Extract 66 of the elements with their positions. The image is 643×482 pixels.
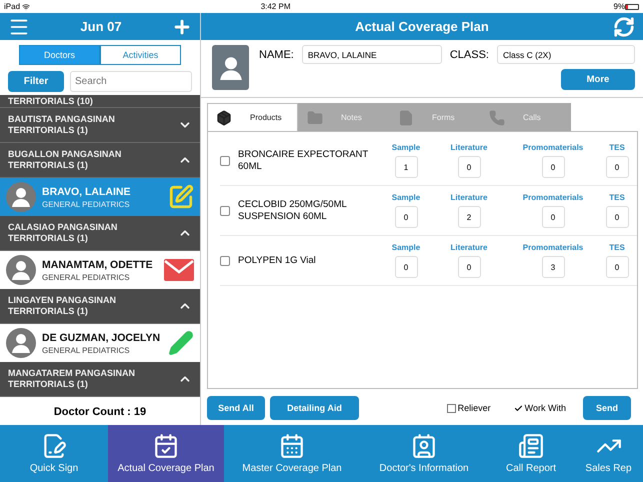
doctor-specialty: GENERAL PEDIATRICS [42, 272, 131, 282]
quantity-label: Promomaterials [522, 193, 584, 202]
quantity-field[interactable]: 0 [394, 256, 418, 278]
doctor-specialty: GENERAL PEDIATRICS [42, 200, 131, 208]
doctor-specialty: GENERAL PEDIATRICS [42, 346, 131, 354]
quantity-field[interactable]: 3 [542, 256, 564, 278]
option-checkbox[interactable]: Work With [514, 403, 566, 413]
name-field[interactable]: BRAVO, LALAINE [302, 45, 442, 64]
group-header[interactable]: BUGALLON PANGASINAN TERRITORIALS (1) [0, 143, 200, 178]
quantity-field[interactable]: 0 [458, 156, 480, 178]
nav-tab[interactable]: Master Coverage Plan [224, 425, 360, 482]
quantity-label: Literature [450, 143, 488, 152]
quantity-field[interactable]: 0 [542, 156, 564, 178]
quantity-label: Sample [392, 143, 420, 152]
quantity-label: Sample [392, 193, 420, 202]
group-header[interactable]: MANGATAREM PANGASINAN TERRITORIALS (1) [0, 362, 200, 397]
quantity-field[interactable]: 0 [606, 156, 628, 178]
quantity-field[interactable]: 0 [606, 256, 628, 278]
doctor-row[interactable]: BRAVO, LALAINE GENERAL PEDIATRICS [0, 178, 200, 216]
quantity-label: Promomaterials [522, 243, 584, 252]
quantity-label: Promomaterials [522, 143, 584, 152]
group-header[interactable]: LINGAYEN PANGASINAN TERRITORIALS (1) [0, 289, 200, 324]
send-all-button[interactable]: Send All [207, 396, 265, 420]
quantity-label: Sample [392, 243, 420, 252]
quantity-label: TES [609, 193, 625, 202]
quantity-label: TES [609, 143, 625, 152]
segment-tab[interactable]: Activities [100, 45, 181, 65]
group-header[interactable]: TERRITORIALS (10) [0, 95, 200, 108]
quantity-field[interactable]: 0 [542, 206, 564, 228]
nav-tab[interactable]: Call Report [488, 425, 574, 482]
detailing-aid-button[interactable]: Detailing Aid [270, 396, 359, 420]
quantity-label: Literature [450, 243, 488, 252]
nav-tab[interactable]: Quick Sign [0, 425, 108, 482]
name-label: NAME: [259, 48, 294, 60]
filter-button[interactable]: Filter [8, 71, 64, 92]
nav-tab[interactable]: Doctor's Information [360, 425, 488, 482]
device-label: iPad [4, 2, 30, 11]
class-label: CLASS: [450, 48, 489, 60]
quantity-field[interactable]: 2 [458, 206, 480, 228]
option-checkbox[interactable]: Reliever [446, 403, 491, 413]
quantity-field[interactable]: 0 [606, 206, 628, 228]
nav-tab[interactable]: Actual Coverage Plan [108, 425, 224, 482]
quantity-field[interactable]: 0 [394, 206, 418, 228]
nav-tab[interactable]: Sales Rep [574, 425, 643, 482]
more-button[interactable]: More [561, 69, 635, 90]
group-header[interactable]: BAUTISTA PANGASINAN TERRITORIALS (1) [0, 108, 200, 143]
send-button[interactable]: Send [583, 396, 631, 420]
quantity-label: TES [609, 243, 625, 252]
page-title: Actual Coverage Plan [355, 19, 489, 34]
quantity-field[interactable]: 0 [458, 256, 480, 278]
doctor-name: DE GUZMAN, JOCELYN [42, 332, 162, 344]
date-title: Jun 07 [80, 19, 122, 34]
product-name: POLYPEN 1G Vial [238, 254, 317, 266]
battery-percent: 9% [613, 2, 625, 11]
search-field[interactable]: Search [70, 71, 192, 92]
group-header[interactable]: CALASIAO PANGASINAN TERRITORIALS (1) [0, 216, 200, 251]
doctor-name: MANAMTAM, ODETTE [42, 258, 154, 270]
doctor-count: Doctor Count : 19 [52, 404, 148, 420]
tab[interactable]: Products [207, 103, 298, 131]
clock: 3:42 PM [260, 2, 290, 11]
doctor-name: BRAVO, LALAINE [42, 186, 132, 198]
quantity-label: Literature [450, 193, 488, 202]
product-name: CECLOBID 250MG/50ML SUSPENSION 60ML [238, 198, 348, 222]
quantity-field[interactable]: 1 [394, 156, 418, 178]
class-field[interactable]: Class C (2X) [497, 45, 635, 64]
product-name: BRONCAIRE EXPECTORANT 60ML [238, 148, 370, 172]
